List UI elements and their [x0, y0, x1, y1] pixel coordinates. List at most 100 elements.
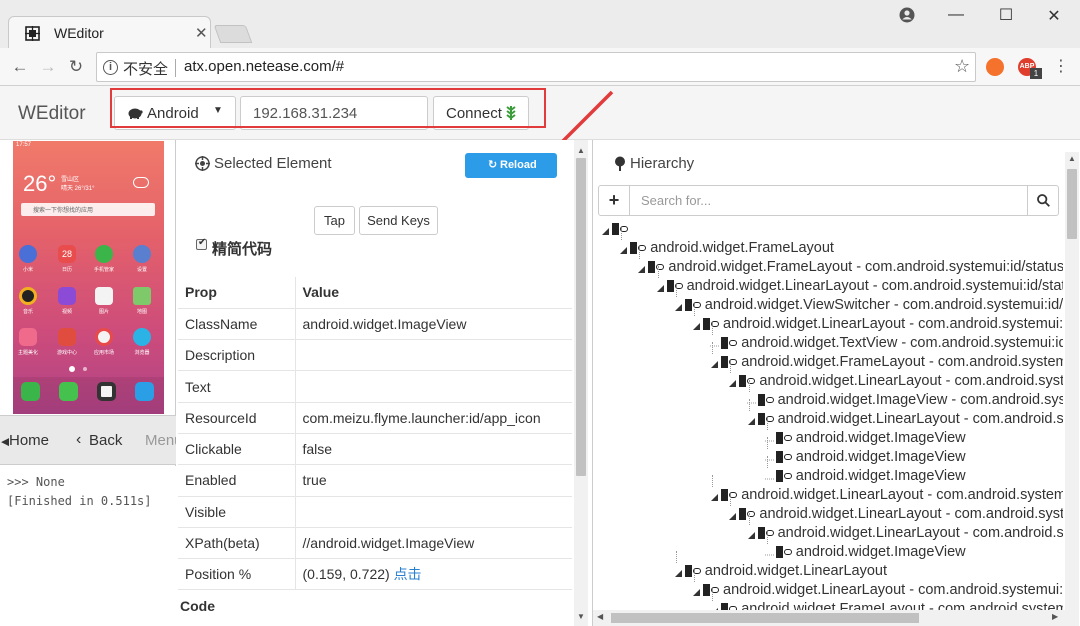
prop-value[interactable]: false [295, 433, 572, 466]
tree-node-label[interactable]: android.widget.FrameLayout - com.android… [741, 354, 1063, 370]
tree-expanded-caret-icon[interactable] [709, 357, 719, 368]
info-icon[interactable]: i [103, 60, 118, 75]
tree-node[interactable]: android.widget.LinearLayout - com.androi… [746, 409, 1063, 428]
tree-node-label[interactable]: android.widget.TextView - com.android.sy… [741, 335, 1063, 351]
tree-node-label[interactable]: android.widget.FrameLayout [650, 240, 834, 256]
tree-node-label[interactable]: android.widget.LinearLayout - com.androi… [723, 582, 1063, 598]
scroll-right-icon[interactable]: ▶ [1052, 612, 1058, 621]
app-gallery-icon[interactable] [95, 287, 113, 305]
tree-expanded-caret-icon[interactable] [727, 376, 737, 387]
tree-expanded-caret-icon[interactable] [709, 490, 719, 501]
scroll-up-icon[interactable]: ▲ [577, 146, 585, 155]
tree-node[interactable]: android.widget.LinearLayout - com.androi… [655, 276, 1063, 295]
prop-value[interactable] [295, 339, 572, 372]
hierarchy-scrollbar[interactable]: ▲ [1065, 152, 1079, 626]
hierarchy-hscrollbar[interactable]: ◀ ▶ [593, 610, 1065, 626]
tree-node-label[interactable]: android.widget.FrameLayout - com.android… [668, 259, 1063, 275]
app-calendar-icon[interactable]: 28 [58, 245, 76, 263]
app-music-icon[interactable] [19, 287, 37, 305]
prop-value[interactable]: //android.widget.ImageView [295, 527, 572, 560]
tree-node[interactable]: android.widget.LinearLayout - com.androi… [727, 504, 1063, 523]
app-map-icon[interactable] [133, 287, 151, 305]
prop-value[interactable]: android.widget.ImageView [295, 308, 572, 341]
tree-node[interactable]: android.widget.ImageView [764, 428, 966, 447]
tree-node[interactable]: android.widget.LinearLayout [673, 561, 887, 580]
tree-node-label[interactable]: android.widget.LinearLayout - com.androi… [759, 506, 1063, 522]
hierarchy-hscrollbar-thumb[interactable] [611, 613, 919, 623]
search-button[interactable] [1027, 186, 1059, 215]
prop-value[interactable]: com.meizu.flyme.launcher:id/app_icon [295, 402, 572, 434]
dock-message-icon[interactable] [59, 382, 78, 401]
tree-node-label[interactable]: android.widget.ImageView [796, 544, 966, 560]
browser-tab[interactable]: WEditor ✕ [8, 16, 211, 48]
profile-icon[interactable] [899, 7, 915, 23]
tree-expanded-caret-icon[interactable] [636, 262, 646, 273]
tree-node[interactable]: android.widget.ImageView [764, 466, 966, 485]
tree-expanded-caret-icon[interactable] [691, 585, 701, 596]
tree-node[interactable]: android.widget.FrameLayout - com.android… [709, 599, 1063, 610]
forward-arrow-icon[interactable]: → [38, 57, 58, 77]
scroll-up-icon[interactable]: ▲ [1068, 154, 1076, 163]
mid-scrollbar[interactable]: ▲ ▼ [574, 140, 588, 626]
dock-phone-icon[interactable] [21, 382, 40, 401]
simplify-checkbox[interactable]: ✔ [196, 237, 207, 250]
app-security-icon[interactable] [95, 245, 113, 263]
hierarchy-search-input[interactable]: Search for... [641, 193, 711, 208]
tree-node-label[interactable]: android.widget.ViewSwitcher - com.androi… [705, 297, 1063, 313]
minimize-icon[interactable]: — [946, 6, 966, 24]
app-xiaomi-icon[interactable] [19, 245, 37, 263]
home-label[interactable]: Home [9, 432, 50, 449]
url-text[interactable]: atx.open.netease.com/# [184, 58, 344, 75]
tree-node[interactable]: android.widget.LinearLayout - com.androi… [709, 485, 1063, 504]
tree-node[interactable]: android.widget.LinearLayout - com.androi… [691, 580, 1063, 599]
tree-expanded-caret-icon[interactable] [618, 243, 628, 254]
tree-node[interactable]: android.widget.LinearLayout - com.androi… [727, 371, 1063, 390]
hierarchy-scrollbar-thumb[interactable] [1067, 169, 1077, 239]
omnibox[interactable]: i 不安全 atx.open.netease.com/# ☆ [96, 52, 976, 82]
tree-expanded-caret-icon[interactable] [673, 300, 683, 311]
scroll-left-icon[interactable]: ◀ [597, 612, 603, 621]
insecure-label[interactable]: 不安全 [123, 58, 168, 79]
tree-node-label[interactable]: android.widget.LinearLayout [705, 563, 887, 579]
tree-node-label[interactable]: android.widget.LinearLayout - com.androi… [778, 411, 1063, 427]
refresh-icon[interactable]: ↻ [66, 57, 86, 77]
tree-expanded-caret-icon[interactable] [746, 414, 756, 425]
back-arrow-icon[interactable]: ← [10, 57, 30, 77]
tree-expanded-caret-icon[interactable] [691, 319, 701, 330]
tree-node-label[interactable]: android.widget.LinearLayout - com.androi… [687, 278, 1063, 294]
tree-node-label[interactable]: android.widget.ImageView [796, 430, 966, 446]
app-theme-icon[interactable] [19, 328, 37, 346]
tree-node-label[interactable]: android.widget.ImageView [796, 468, 966, 484]
app-browser-icon[interactable] [133, 328, 151, 346]
new-tab-button[interactable] [213, 25, 253, 43]
tree-node-label[interactable]: android.widget.LinearLayout - com.androi… [723, 316, 1063, 332]
tree-expanded-caret-icon[interactable] [673, 566, 683, 577]
tree-expanded-caret-icon[interactable] [746, 528, 756, 539]
tree-expanded-caret-icon[interactable] [655, 281, 665, 292]
tree-node[interactable]: android.widget.ImageView [764, 542, 966, 561]
bookmark-star-icon[interactable]: ☆ [954, 56, 970, 77]
browser-menu-icon[interactable]: ⋮ [1053, 56, 1069, 76]
dock-camera-icon[interactable] [97, 382, 116, 401]
back-chevron-icon[interactable]: ‹ [76, 431, 81, 449]
reload-button[interactable]: ↻ Reload [465, 153, 557, 178]
maximize-icon[interactable]: ☐ [996, 5, 1016, 25]
device-screenshot[interactable]: 17:57 26° 雪山区 晴天 26°/31° 搜索一下你想找的应用 28 小… [13, 141, 164, 414]
tree-node[interactable]: android.widget.FrameLayout [618, 238, 834, 257]
tree-node[interactable]: android.widget.FrameLayout - com.android… [709, 352, 1063, 371]
tree-node[interactable] [600, 219, 632, 238]
tree-node-label[interactable]: android.widget.LinearLayout - com.androi… [759, 373, 1063, 389]
app-store-icon[interactable] [95, 328, 113, 346]
click-position-link[interactable]: 点击 [394, 566, 422, 582]
prop-value[interactable] [295, 496, 572, 528]
window-close-icon[interactable]: ✕ [1044, 6, 1064, 26]
tree-node-label[interactable]: android.widget.FrameLayout - com.android… [741, 601, 1063, 611]
tap-button[interactable]: Tap [314, 206, 355, 235]
extension-orange-icon[interactable] [986, 58, 1004, 76]
tree-expanded-caret-icon[interactable] [600, 224, 610, 235]
tree-node-label[interactable]: android.widget.ImageView - com.android.s… [778, 392, 1063, 408]
app-video-icon[interactable] [58, 287, 76, 305]
app-game-icon[interactable] [58, 328, 76, 346]
mid-scrollbar-thumb[interactable] [576, 158, 586, 476]
tree-expanded-caret-icon[interactable] [727, 509, 737, 520]
